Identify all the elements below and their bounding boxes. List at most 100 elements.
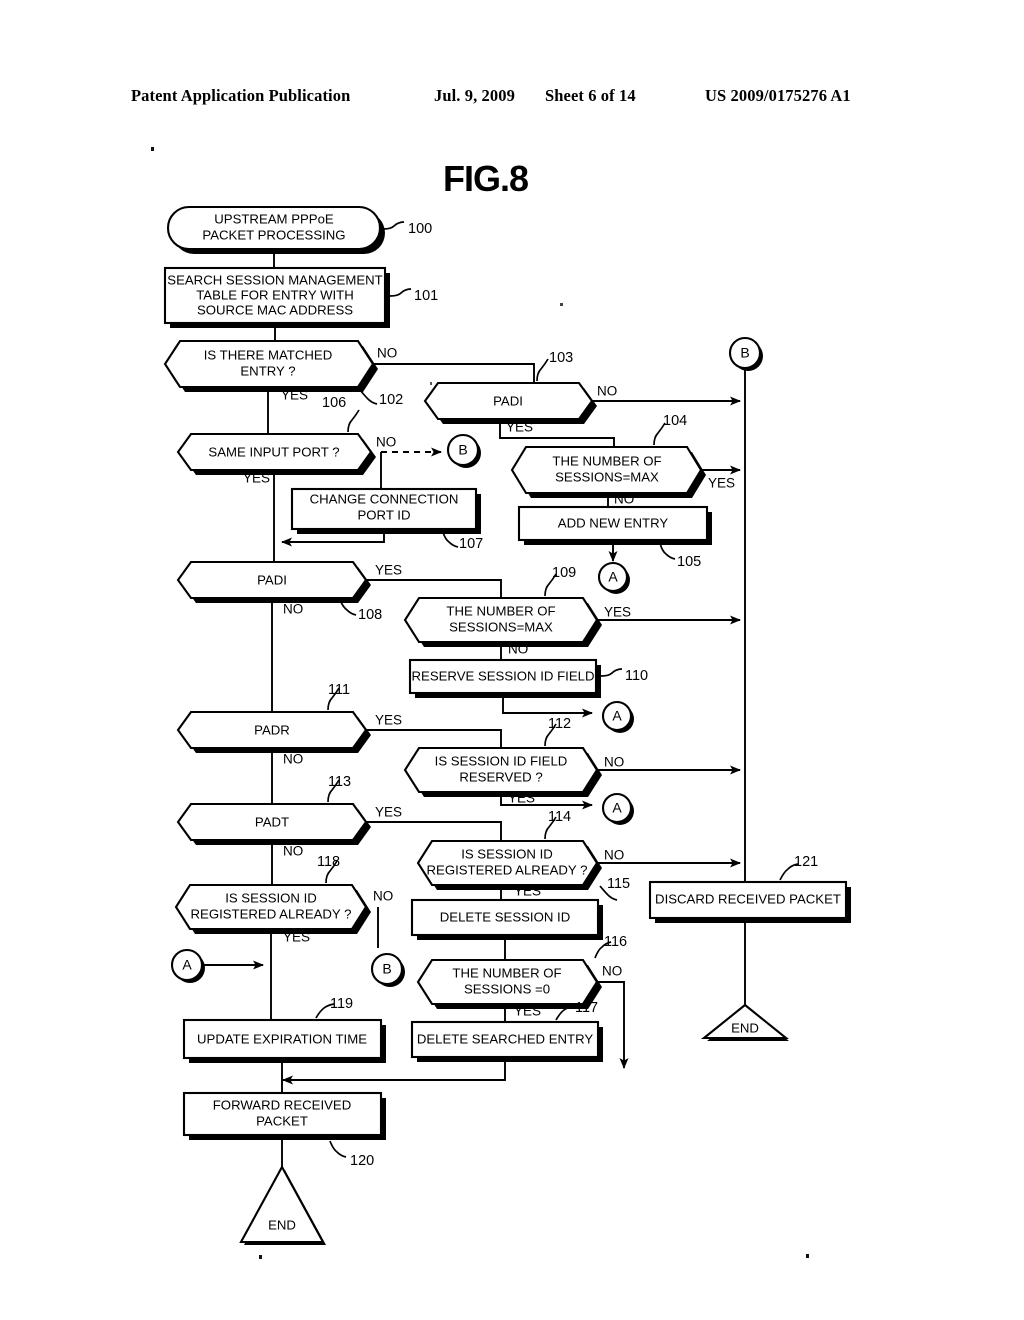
node-106-same-input-port: SAME INPUT PORT ? 106 bbox=[176, 395, 376, 475]
ref-115: 115 bbox=[607, 876, 630, 892]
node-114-line1: IS SESSION ID bbox=[461, 846, 553, 861]
edge-113-no: NO bbox=[283, 844, 303, 859]
node-107-line2: PORT ID bbox=[357, 507, 410, 522]
node-104-line1: THE NUMBER OF bbox=[552, 453, 661, 468]
node-105-label: ADD NEW ENTRY bbox=[558, 515, 669, 530]
ref-113: 113 bbox=[328, 774, 351, 790]
ref-102: 102 bbox=[379, 392, 403, 408]
node-106-label: SAME INPUT PORT ? bbox=[208, 444, 339, 459]
node-114-line2: REGISTERED ALREADY ? bbox=[427, 862, 588, 877]
node-117-delete-searched-entry: DELETE SEARCHED ENTRY 117 bbox=[410, 1000, 603, 1062]
edge-103-no: NO bbox=[597, 384, 617, 399]
edge-118-no: NO bbox=[373, 889, 393, 904]
connector-a-reserve-label: A bbox=[612, 708, 622, 724]
ref-106: 106 bbox=[322, 395, 346, 411]
node-115-delete-session-id: DELETE SESSION ID bbox=[410, 898, 603, 940]
connector-a-left-join: A bbox=[170, 948, 205, 983]
node-100-line2: PACKET PROCESSING bbox=[202, 227, 345, 242]
node-110-label: RESERVE SESSION ID FIELD bbox=[412, 668, 595, 683]
node-113-label: PADT bbox=[255, 814, 289, 829]
node-116-number-of-sessions-zero: THE NUMBER OF SESSIONS =0 116 bbox=[416, 934, 627, 1009]
edge-104-yes: YES bbox=[708, 476, 735, 491]
edge-116-no: NO bbox=[602, 964, 622, 979]
node-121-label: DISCARD RECEIVED PACKET bbox=[655, 891, 841, 906]
node-103-label: PADI bbox=[493, 393, 523, 408]
node-101-line3: SOURCE MAC ADDRESS bbox=[197, 302, 353, 317]
node-117-label: DELETE SEARCHED ENTRY bbox=[417, 1031, 594, 1046]
edge-102-no: NO bbox=[377, 346, 397, 361]
edge-111-yes: YES bbox=[375, 713, 402, 728]
node-113-padt: PADT 113 bbox=[176, 774, 371, 845]
edge-108-yes: YES bbox=[375, 563, 402, 578]
ref-100: 100 bbox=[408, 221, 432, 237]
node-112-line1: IS SESSION ID FIELD bbox=[435, 753, 568, 768]
node-end-left-label: END bbox=[268, 1217, 296, 1232]
ref-111: 111 bbox=[328, 682, 350, 698]
node-109-number-of-sessions-max: THE NUMBER OF SESSIONS=MAX 109 bbox=[403, 565, 602, 647]
ref-109: 109 bbox=[552, 565, 576, 581]
node-111-label: PADR bbox=[254, 722, 290, 737]
ref-116: 116 bbox=[604, 934, 627, 950]
ref-104: 104 bbox=[663, 413, 687, 429]
node-101-line2: TABLE FOR ENTRY WITH bbox=[196, 287, 354, 302]
edge-116-yes: YES bbox=[514, 1004, 541, 1019]
connector-a-sr-label: A bbox=[612, 800, 622, 816]
ref-119: 119 bbox=[330, 996, 353, 1012]
node-110-reserve-session-id-field: RESERVE SESSION ID FIELD 110 bbox=[408, 658, 648, 698]
connector-a-left-label: A bbox=[182, 957, 192, 973]
node-111-padr: PADR 111 bbox=[176, 682, 371, 753]
ref-118: 118 bbox=[317, 854, 340, 870]
node-104-number-of-sessions-max: THE NUMBER OF SESSIONS=MAX 104 bbox=[510, 413, 706, 498]
node-118-line2: REGISTERED ALREADY ? bbox=[191, 906, 352, 921]
node-114-is-session-id-registered-already: IS SESSION ID REGISTERED ALREADY ? 114 bbox=[416, 809, 602, 890]
node-105-add-new-entry: ADD NEW ENTRY 105 bbox=[517, 505, 712, 570]
node-116-line1: THE NUMBER OF bbox=[452, 965, 561, 980]
node-end-left: END bbox=[239, 1164, 326, 1245]
node-120-forward-received-packet: FORWARD RECEIVED PACKET 120 bbox=[182, 1091, 386, 1169]
node-100-upstream-pppoe-packet-processing: UPSTREAM PPPoE PACKET PROCESSING 100 bbox=[166, 205, 432, 254]
node-102-line1: IS THERE MATCHED bbox=[204, 347, 332, 362]
ref-117: 117 bbox=[575, 1000, 598, 1016]
connector-a-reserve: A bbox=[601, 700, 634, 733]
edge-106-yes: YES bbox=[243, 471, 270, 486]
edge-112-no: NO bbox=[604, 755, 624, 770]
node-118-is-session-id-registered-already: IS SESSION ID REGISTERED ALREADY ? 118 bbox=[174, 854, 371, 934]
node-115-label: DELETE SESSION ID bbox=[440, 909, 570, 924]
connector-a-session-reserved: A bbox=[601, 792, 634, 825]
connector-b-sip-label: B bbox=[458, 442, 467, 458]
ref-114: 114 bbox=[548, 809, 571, 825]
node-116-line2: SESSIONS =0 bbox=[464, 981, 550, 996]
patent-page: Patent Application Publication Jul. 9, 2… bbox=[0, 0, 1024, 1320]
ref-103: 103 bbox=[549, 350, 573, 366]
edge-108-no: NO bbox=[283, 602, 303, 617]
edge-112-yes: YES bbox=[508, 791, 535, 806]
node-108-padi: PADI 108 bbox=[176, 560, 382, 623]
edge-109-yes: YES bbox=[604, 605, 631, 620]
ref-101: 101 bbox=[414, 288, 438, 304]
edge-114-no: NO bbox=[604, 848, 624, 863]
node-101-line1: SEARCH SESSION MANAGEMENT bbox=[167, 272, 382, 287]
connector-b-padt-no: B bbox=[370, 952, 405, 987]
node-120-line2: PACKET bbox=[256, 1113, 308, 1128]
node-112-line2: RESERVED ? bbox=[459, 769, 542, 784]
edge-109-no: NO bbox=[508, 642, 528, 657]
edge-104-no: NO bbox=[614, 492, 634, 507]
connector-a-add-new-entry: A bbox=[597, 561, 630, 594]
node-119-update-expiration-time: UPDATE EXPIRATION TIME 119 bbox=[182, 996, 386, 1063]
ref-108: 108 bbox=[358, 607, 382, 623]
connector-b-same-input-port: B bbox=[446, 433, 481, 468]
node-120-line1: FORWARD RECEIVED bbox=[213, 1097, 351, 1112]
node-102-line2: ENTRY ? bbox=[240, 363, 295, 378]
ref-105: 105 bbox=[677, 554, 701, 570]
edge-103-yes: YES bbox=[506, 420, 533, 435]
edge-111-no: NO bbox=[283, 752, 303, 767]
connector-b-top: B bbox=[728, 336, 763, 371]
ref-120: 120 bbox=[350, 1153, 374, 1169]
connector-b-top-label: B bbox=[740, 345, 749, 361]
edge-106-no: NO bbox=[376, 435, 396, 450]
connector-b-padt-label: B bbox=[382, 961, 391, 977]
node-121-discard-received-packet: DISCARD RECEIVED PACKET 121 bbox=[648, 854, 851, 923]
node-109-line2: SESSIONS=MAX bbox=[449, 619, 553, 634]
edge-102-yes: YES bbox=[281, 388, 308, 403]
connector-a-ane-label: A bbox=[608, 569, 618, 585]
